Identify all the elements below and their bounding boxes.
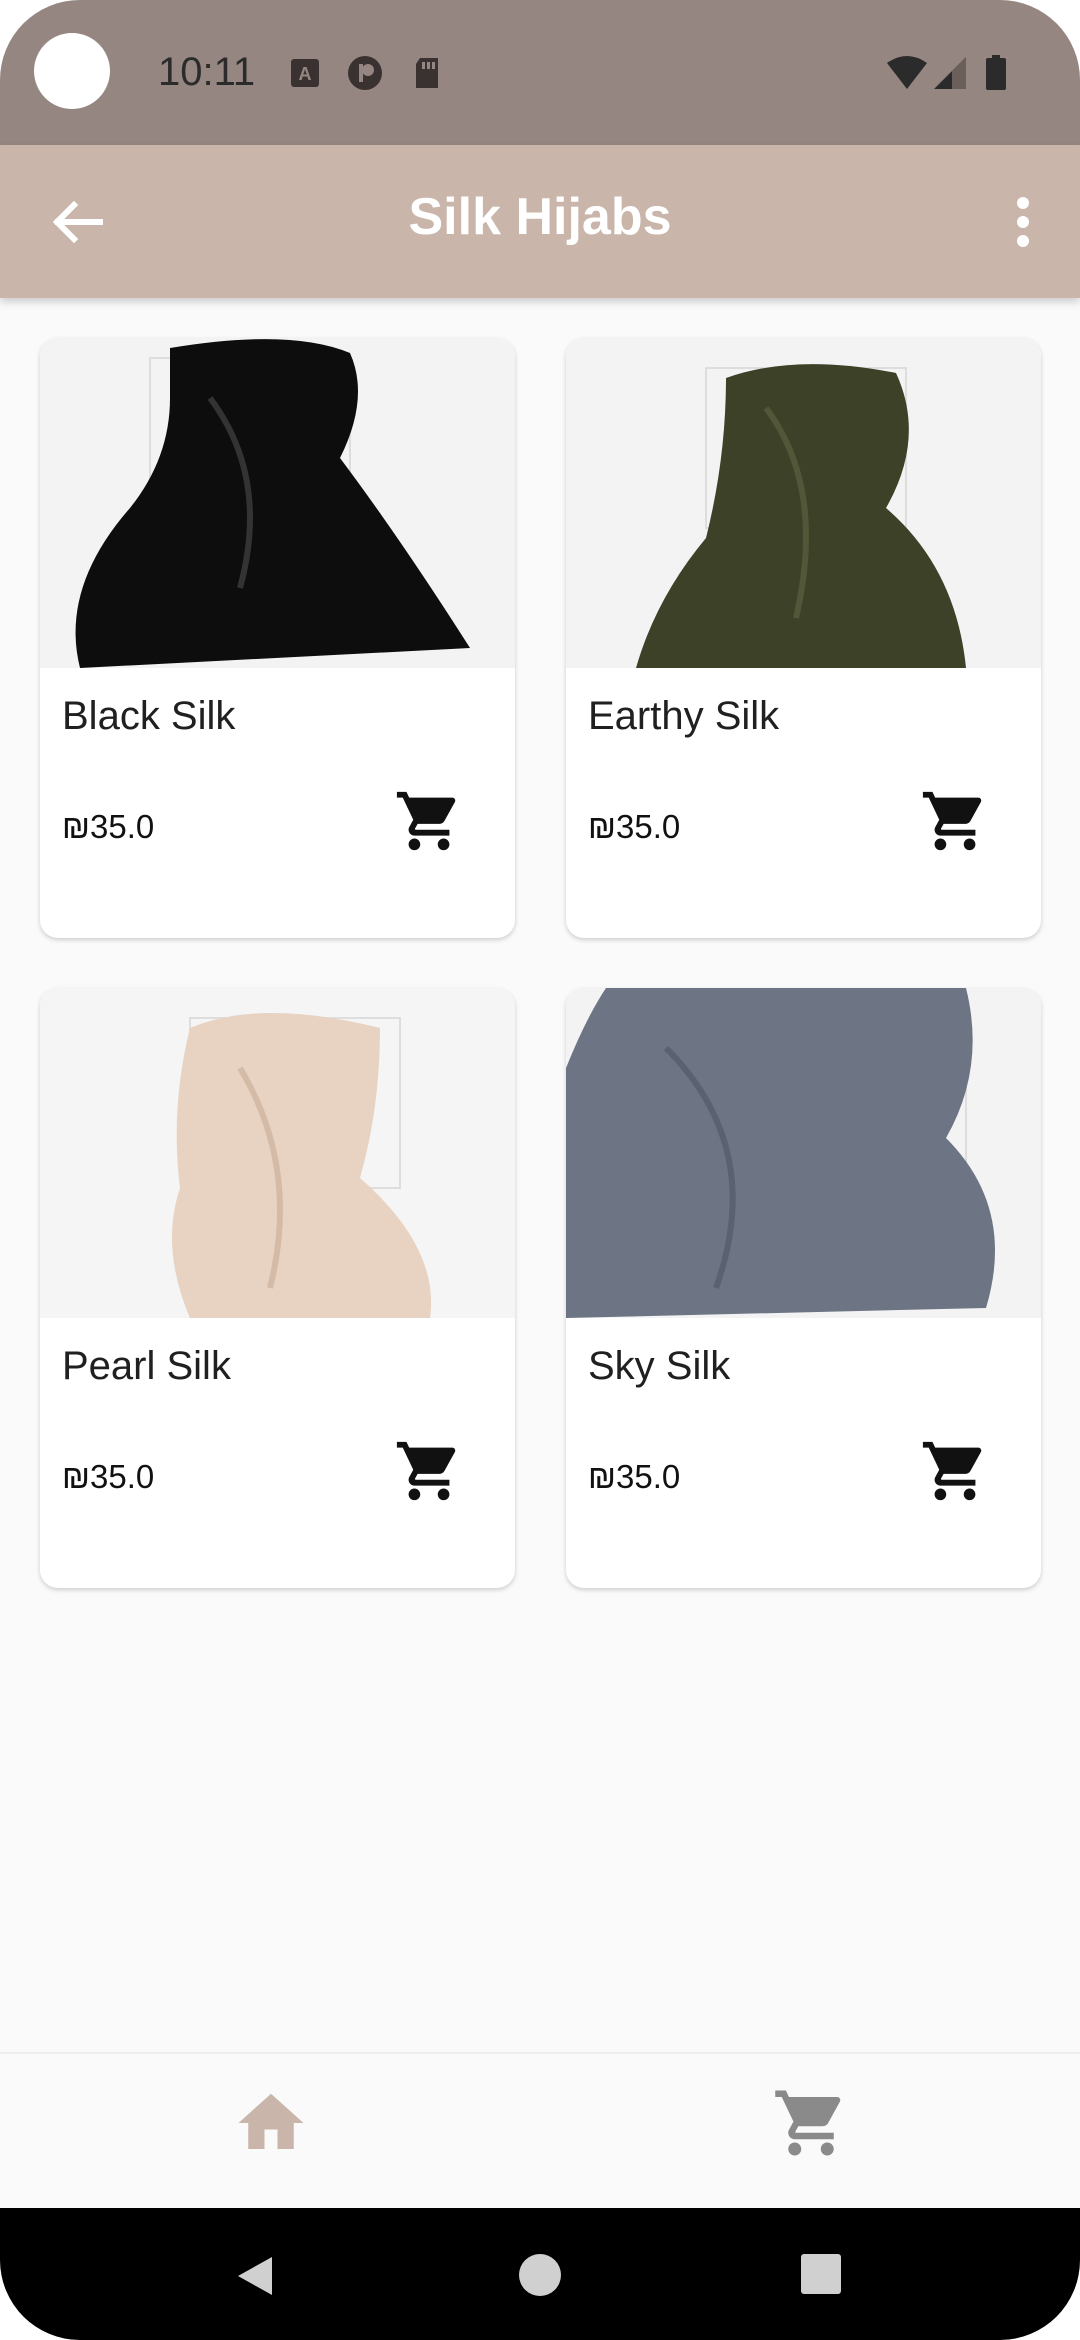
more-vert-icon[interactable] xyxy=(986,185,1060,259)
add-to-cart-icon[interactable] xyxy=(394,786,464,856)
bottom-nav xyxy=(0,2052,1080,2209)
product-price: ₪35.0 xyxy=(62,1458,155,1495)
circle-p-icon xyxy=(348,56,382,90)
camera-cutout xyxy=(34,33,110,109)
status-bar: 10:11 A xyxy=(0,0,1080,145)
product-image xyxy=(40,988,515,1318)
system-recents-icon[interactable] xyxy=(800,2253,842,2295)
product-name: Earthy Silk xyxy=(588,694,780,738)
product-price: ₪35.0 xyxy=(588,1458,681,1495)
home-icon[interactable] xyxy=(232,2084,310,2162)
add-to-cart-icon[interactable] xyxy=(394,1436,464,1506)
product-price: ₪35.0 xyxy=(588,808,681,845)
system-home-icon[interactable] xyxy=(518,2253,562,2297)
signal-icon xyxy=(934,57,966,89)
product-name: Pearl Silk xyxy=(62,1344,231,1388)
wifi-icon xyxy=(887,56,927,89)
product-card[interactable]: Earthy Silk ₪35.0 xyxy=(566,338,1041,938)
phone-screen: 10:11 A Silk Hijabs Black Silk ₪35.0 Ear… xyxy=(0,0,1080,2340)
status-time: 10:11 xyxy=(158,50,256,94)
cart-icon[interactable] xyxy=(772,2084,850,2162)
add-to-cart-icon[interactable] xyxy=(920,1436,990,1506)
app-bar: Silk Hijabs xyxy=(0,145,1080,298)
add-to-cart-icon[interactable] xyxy=(920,786,990,856)
product-name: Black Silk xyxy=(62,694,236,738)
product-image xyxy=(566,338,1041,668)
product-card[interactable]: Sky Silk ₪35.0 xyxy=(566,988,1041,1588)
svg-text:A: A xyxy=(299,64,312,84)
system-nav-bar xyxy=(0,2208,1080,2340)
product-card[interactable]: Black Silk ₪35.0 xyxy=(40,338,515,938)
product-image xyxy=(40,338,515,668)
system-back-icon[interactable] xyxy=(232,2253,278,2299)
sd-card-icon xyxy=(416,58,438,88)
product-price: ₪35.0 xyxy=(62,808,155,845)
page-title: Silk Hijabs xyxy=(408,188,672,246)
product-name: Sky Silk xyxy=(588,1344,731,1388)
battery-icon xyxy=(986,55,1006,90)
product-card[interactable]: Pearl Silk ₪35.0 xyxy=(40,988,515,1588)
product-image xyxy=(566,988,1041,1318)
a-icon: A xyxy=(291,59,319,87)
